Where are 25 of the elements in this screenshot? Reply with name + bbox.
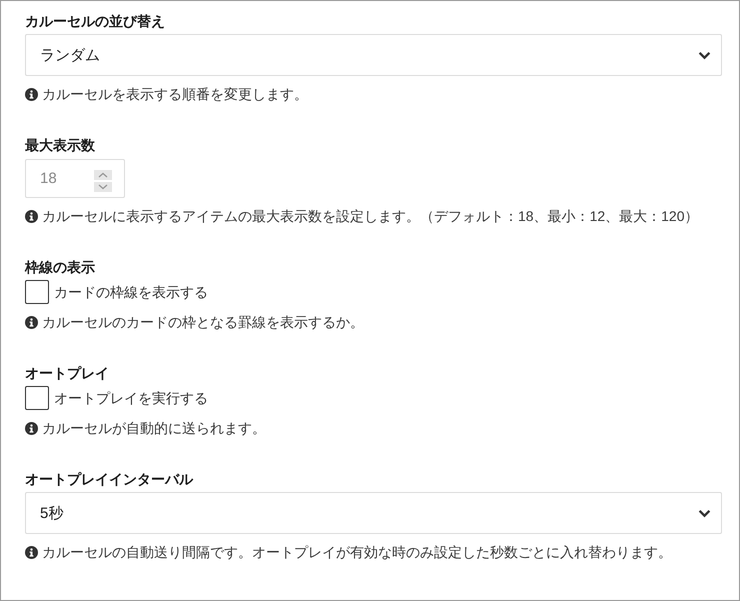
checkbox[interactable] [25,280,49,304]
number-input[interactable]: 18 [25,159,125,198]
checkbox[interactable] [25,386,49,410]
field-label: オートプレイインターバル [25,470,193,489]
info-icon [25,88,38,100]
chevron-down-icon [698,50,711,60]
help-text: カルーセルに表示するアイテムの最大表示数を設定します。（デフォルト：18、最小：12、最大：120） [42,207,699,226]
info-icon [25,316,38,328]
dropdown-select[interactable]: 5秒 [25,492,722,534]
field-label: オートプレイ [25,364,109,383]
field-label: 最大表示数 [25,136,95,155]
info-icon [25,422,38,434]
checkbox-label[interactable]: オートプレイを実行する [54,388,208,408]
help-text: カルーセルのカードの枠となる罫線を表示するか。 [42,313,364,332]
help-text: カルーセルの自動送り間隔です。オートプレイが有効な時のみ設定した秒数ごとに入れ替わります。 [42,543,672,562]
field-label: 枠線の表示 [25,258,95,277]
checkbox-label[interactable]: カードの枠線を表示する [54,282,208,302]
field-label: カルーセルの並び替え [25,12,165,31]
info-icon [25,546,38,558]
dropdown-select[interactable]: ランダム [25,34,722,76]
info-icon [25,210,38,222]
chevron-down-icon [698,508,711,518]
help-text: カルーセルを表示する順番を変更します。 [42,85,308,104]
stepper-arrows-icon[interactable] [94,170,112,192]
help-text: カルーセルが自動的に送られます。 [42,419,266,438]
